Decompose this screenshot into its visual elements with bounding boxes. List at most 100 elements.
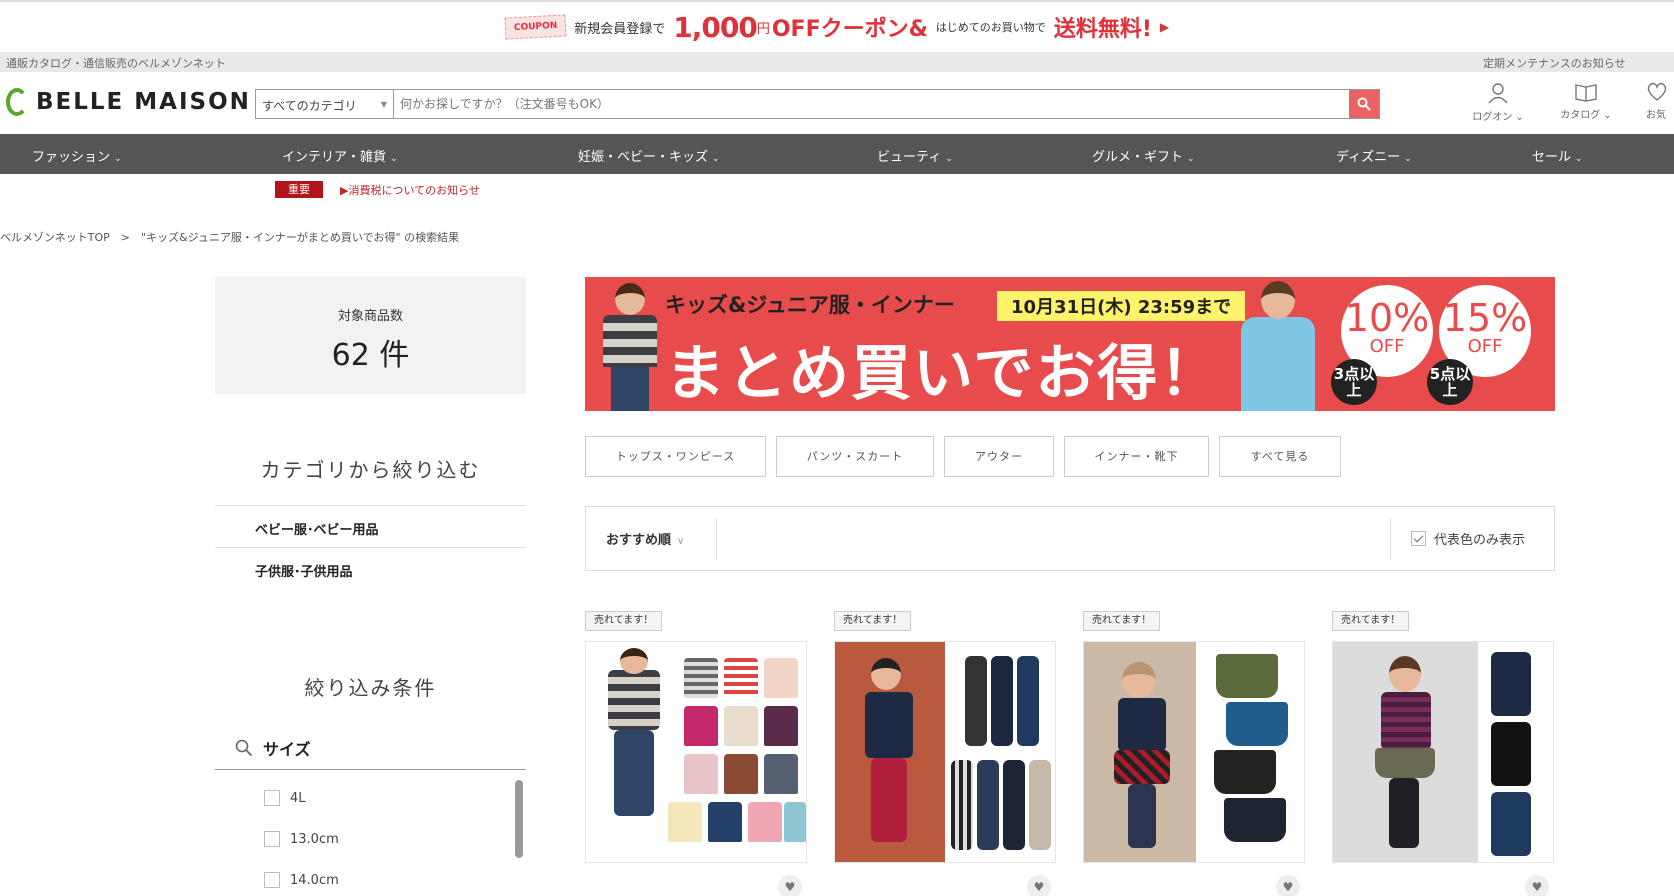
size-option[interactable]: 13.0cm bbox=[264, 831, 339, 847]
girl-model-image bbox=[1233, 277, 1323, 411]
promo-text-1: 新規会員登録で bbox=[574, 21, 666, 37]
tax-notice-link[interactable]: ▶消費税についてのお知らせ bbox=[340, 182, 480, 198]
user-icon bbox=[1488, 83, 1508, 104]
category-item[interactable]: ベビー服･ベビー用品 bbox=[215, 505, 526, 547]
coupon-tag: COUPON bbox=[504, 14, 567, 40]
banner-title: キッズ&ジュニア服・インナー bbox=[665, 293, 955, 317]
size-option[interactable]: 14.0cm bbox=[264, 872, 339, 888]
search-icon bbox=[235, 739, 253, 757]
login-button[interactable]: ログオン ⌄ bbox=[1463, 82, 1533, 123]
chip-tops[interactable]: トップス・ワンピース bbox=[585, 436, 766, 477]
bestseller-badge: 売れてます！ bbox=[834, 611, 912, 631]
promo-free-shipping: 送料無料! bbox=[1053, 17, 1152, 42]
campaign-banner[interactable]: キッズ&ジュニア服・インナー 10月31日(木) 23:59まで まとめ買いでお… bbox=[585, 277, 1555, 411]
catalog-label: カタログ ⌄ bbox=[1560, 110, 1612, 121]
chip-inner[interactable]: インナー・靴下 bbox=[1064, 436, 1209, 477]
global-nav: ファッション ⌄ インテリア・雑貨 ⌄ 妊娠・ベビー・キッズ ⌄ ビューティ ⌄ グルメ… bbox=[0, 134, 1674, 174]
checkbox[interactable] bbox=[264, 831, 280, 847]
utility-bar: 通販カタログ・通信販売のベルメゾンネット 定期メンテナンスのお知らせ bbox=[0, 52, 1674, 72]
catalog-button[interactable]: カタログ ⌄ bbox=[1551, 82, 1621, 121]
checkbox[interactable] bbox=[264, 872, 280, 888]
filter-conditions-heading: 絞り込み条件 bbox=[304, 676, 437, 700]
category-filter-heading: カテゴリから絞り込む bbox=[260, 458, 481, 482]
discount-percent: 15% bbox=[1442, 296, 1528, 340]
promo-text-2: はじめてのお買い物で bbox=[935, 21, 1046, 34]
sort-select[interactable]: おすすめ順 ∨ bbox=[606, 529, 684, 548]
heart-outline-icon bbox=[1647, 82, 1667, 101]
search-input[interactable] bbox=[394, 90, 1349, 118]
logo-text: BELLE MAISON bbox=[36, 89, 251, 115]
chevron-down-icon: ⌄ bbox=[945, 154, 953, 164]
nav-baby-kids[interactable]: 妊娠・ベビー・キッズ ⌄ bbox=[578, 146, 720, 165]
chip-pants[interactable]: パンツ・スカート bbox=[776, 436, 934, 477]
nav-sale[interactable]: セール ⌄ bbox=[1532, 146, 1583, 165]
search-button[interactable] bbox=[1349, 90, 1379, 118]
checkbox[interactable] bbox=[264, 790, 280, 806]
size-option[interactable]: 4L bbox=[264, 790, 306, 806]
chip-outer[interactable]: アウター bbox=[944, 436, 1054, 477]
promo-yen: 円 bbox=[756, 21, 770, 37]
favorites-button[interactable]: お気 bbox=[1622, 82, 1674, 121]
product-card[interactable]: 売れてます！ ♥ bbox=[834, 611, 1057, 896]
chevron-down-icon: ∨ bbox=[677, 536, 685, 547]
book-icon bbox=[1575, 84, 1597, 102]
discount-condition: 5点以上 bbox=[1427, 359, 1473, 405]
discount-off: OFF bbox=[1467, 336, 1503, 357]
representative-color-toggle[interactable]: 代表色のみ表示 bbox=[1411, 529, 1525, 548]
header: BELLE MAISON すべてのカテゴリ ▼ ログオン ⌄ カタログ ⌄ お気 bbox=[0, 72, 1674, 134]
divider bbox=[1390, 519, 1391, 559]
size-filter-title: サイズ bbox=[263, 740, 311, 759]
chevron-down-icon: ⌄ bbox=[1404, 154, 1412, 164]
promo-arrow-icon: ▶ bbox=[1159, 20, 1170, 34]
search-category-label: すべてのカテゴリ bbox=[262, 99, 357, 113]
product-card[interactable]: 売れてます！ ♥ bbox=[1083, 611, 1306, 896]
maintenance-link[interactable]: 定期メンテナンスのお知らせ bbox=[1483, 55, 1626, 71]
favorite-heart-icon[interactable]: ♥ bbox=[1525, 875, 1549, 896]
kid-model-image bbox=[597, 283, 661, 411]
nav-fashion[interactable]: ファッション ⌄ bbox=[32, 146, 122, 165]
search-category-select[interactable]: すべてのカテゴリ ▼ bbox=[256, 90, 394, 118]
chevron-down-icon: ⌄ bbox=[390, 154, 398, 164]
breadcrumb[interactable]: ベルメゾンネットTOP > "キッズ&ジュニア服・インナーがまとめ買いでお得" … bbox=[0, 229, 459, 245]
search-icon bbox=[1357, 97, 1371, 111]
site-tagline: 通販カタログ・通信販売のベルメゾンネット bbox=[6, 57, 226, 70]
logo-mark-icon bbox=[6, 88, 28, 116]
product-image[interactable] bbox=[834, 641, 1056, 863]
product-image[interactable] bbox=[1332, 641, 1554, 863]
chevron-down-icon: ⌄ bbox=[712, 154, 720, 164]
favorite-heart-icon[interactable]: ♥ bbox=[1027, 875, 1051, 896]
category-item[interactable]: 子供服･子供用品 bbox=[215, 547, 526, 589]
logo[interactable]: BELLE MAISON bbox=[6, 88, 251, 116]
discount-condition: 3点以上 bbox=[1331, 359, 1377, 405]
promo-amount: 1,000 bbox=[673, 10, 758, 44]
banner-deadline: 10月31日(木) 23:59まで bbox=[997, 291, 1246, 321]
product-image[interactable] bbox=[1083, 641, 1305, 863]
promo-off: OFFクーポン& bbox=[771, 17, 928, 42]
dropdown-triangle-icon: ▼ bbox=[380, 100, 387, 109]
result-count-label: 対象商品数 bbox=[337, 309, 403, 324]
banner-headline: まとめ買いでお得！ bbox=[665, 339, 1222, 409]
nav-gourmet[interactable]: グルメ・ギフト ⌄ bbox=[1092, 146, 1195, 165]
product-card[interactable]: 売れてます！ ♥ bbox=[1332, 611, 1555, 896]
nav-beauty[interactable]: ビューティ ⌄ bbox=[877, 146, 953, 165]
search-bar: すべてのカテゴリ ▼ bbox=[255, 89, 1380, 119]
filter-scrollbar[interactable] bbox=[515, 780, 523, 858]
favorites-label: お気 bbox=[1646, 110, 1666, 121]
chevron-down-icon: ⌄ bbox=[114, 154, 122, 164]
product-card[interactable]: 売れてます！ ♥ bbox=[585, 611, 808, 896]
favorite-heart-icon[interactable]: ♥ bbox=[778, 875, 802, 896]
checkbox-checked[interactable] bbox=[1411, 531, 1426, 546]
chevron-down-icon: ⌄ bbox=[1575, 154, 1583, 164]
favorite-heart-icon[interactable]: ♥ bbox=[1276, 875, 1300, 896]
sort-bar: おすすめ順 ∨ 代表色のみ表示 bbox=[585, 506, 1555, 571]
result-count-value: 62 件 bbox=[331, 338, 410, 373]
result-count-box: 対象商品数 62 件 bbox=[215, 277, 526, 394]
product-image[interactable] bbox=[585, 641, 807, 863]
nav-interior[interactable]: インテリア・雑貨 ⌄ bbox=[282, 146, 398, 165]
bestseller-badge: 売れてます！ bbox=[1332, 611, 1410, 631]
chip-see-all[interactable]: すべて見る bbox=[1219, 436, 1341, 477]
divider bbox=[716, 519, 717, 559]
nav-disney[interactable]: ディズニー ⌄ bbox=[1336, 146, 1412, 165]
size-filter-header[interactable]: サイズ bbox=[215, 727, 526, 770]
promo-banner[interactable]: COUPON 新規会員登録で 1,000 円 OFFクーポン& はじめてのお買い… bbox=[0, 0, 1674, 52]
